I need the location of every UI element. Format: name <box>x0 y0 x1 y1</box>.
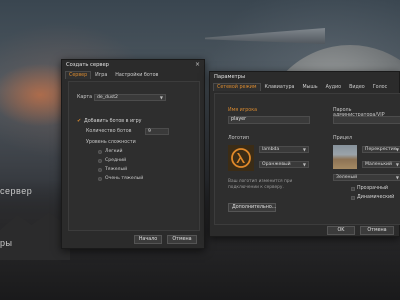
chevron-down-icon: ▼ <box>302 162 306 167</box>
options-dialog: Параметры Сетевой режим Клавиатура Мышь … <box>209 71 400 237</box>
tab-game[interactable]: Игра <box>91 71 111 79</box>
player-name-input[interactable]: player <box>228 116 310 124</box>
map-label: Карта <box>77 95 93 100</box>
map-dropdown-value: de_dust2 <box>97 95 118 100</box>
add-bots-checkbox[interactable]: ✔ Добавить ботов в игру <box>77 118 142 124</box>
chevron-down-icon: ▼ <box>395 162 399 167</box>
crosshair-color-value: Зеленый <box>336 175 358 180</box>
lambda-logo-icon <box>228 145 254 171</box>
menu-item-games-partial[interactable]: ры <box>0 238 12 248</box>
dynamic-checkbox[interactable]: Динамический <box>351 195 394 200</box>
transparent-label: Прозрачный <box>357 186 388 191</box>
bot-count-label: Количество ботов <box>86 129 132 134</box>
logo-label: Логотип <box>228 136 250 141</box>
create-server-panel: Карта de_dust2 ▼ ✔ Добавить ботов в игру… <box>68 81 200 231</box>
create-server-titlebar[interactable]: Создать сервер × <box>62 60 204 70</box>
crosshair-color-dropdown[interactable]: Зеленый ▼ <box>333 174 400 181</box>
tab-voice[interactable]: Голос <box>369 83 392 91</box>
logo-name-value: lambda <box>262 147 280 152</box>
chevron-down-icon: ▼ <box>395 147 399 152</box>
radio-icon <box>98 167 102 172</box>
tab-multiplayer[interactable]: Сетевой режим <box>213 83 261 91</box>
admin-password-input[interactable] <box>333 116 400 124</box>
tab-audio[interactable]: Аудио <box>322 83 346 91</box>
logo-color-value: Оранжевый <box>262 162 291 167</box>
map-dropdown[interactable]: de_dust2 ▼ <box>94 94 166 101</box>
menu-item-create-server-partial[interactable]: сервер <box>0 186 32 196</box>
crosshair-size-value: Маленький <box>365 162 392 167</box>
difficulty-radio-medium[interactable]: Средний <box>98 158 126 163</box>
add-bots-label: Добавить ботов в игру <box>84 118 142 124</box>
advanced-button[interactable]: Дополнительно... <box>228 203 276 212</box>
checkmark-icon: ✔ <box>77 118 82 124</box>
checkbox-icon <box>351 186 355 191</box>
tab-video[interactable]: Видео <box>345 83 369 91</box>
create-server-title: Создать сервер <box>66 62 109 68</box>
transparent-checkbox[interactable]: Прозрачный <box>351 186 388 191</box>
player-name-label: Имя игрока <box>228 108 258 113</box>
cancel-button[interactable]: Отмена <box>360 226 394 235</box>
logo-color-dropdown[interactable]: Оранжевый ▼ <box>259 161 309 168</box>
cancel-button[interactable]: Отмена <box>167 235 197 244</box>
chevron-down-icon: ▼ <box>395 175 399 180</box>
difficulty-option-label: Легкий <box>105 149 123 154</box>
radio-icon <box>98 176 102 181</box>
logo-name-dropdown[interactable]: lambda ▼ <box>259 146 309 153</box>
tab-bot-settings[interactable]: Настройки ботов <box>111 71 162 79</box>
options-title: Параметры <box>214 74 246 80</box>
difficulty-radio-easy[interactable]: Легкий <box>98 149 122 154</box>
close-icon[interactable]: × <box>195 62 200 68</box>
difficulty-radio-hard[interactable]: Тяжелый <box>98 167 127 172</box>
crosshair-preview <box>333 145 357 169</box>
crosshair-size-dropdown[interactable]: Маленький ▼ <box>362 161 400 168</box>
tab-server[interactable]: Сервер <box>65 71 92 79</box>
radio-icon <box>98 149 102 154</box>
create-server-tabs: Сервер Игра Настройки ботов <box>62 70 204 79</box>
logo-note: Ваш логотип изменится при подключении к … <box>228 179 293 190</box>
create-server-dialog: Создать сервер × Сервер Игра Настройки б… <box>61 59 205 249</box>
bot-count-input[interactable]: 9 <box>145 128 169 135</box>
options-titlebar[interactable]: Параметры <box>210 72 399 82</box>
start-button[interactable]: Начало <box>134 235 162 244</box>
ok-button[interactable]: OK <box>327 226 355 235</box>
chevron-down-icon: ▼ <box>302 147 306 152</box>
difficulty-option-label: Средний <box>105 158 127 163</box>
checkbox-icon <box>351 195 355 200</box>
difficulty-option-label: Очень тяжелый <box>105 176 144 181</box>
difficulty-option-label: Тяжелый <box>105 167 128 172</box>
tab-mouse[interactable]: Мышь <box>298 83 321 91</box>
difficulty-label: Уровень сложности <box>86 140 136 145</box>
options-panel: Имя игрока player Пароль администратора/… <box>214 93 400 225</box>
lambda-icon <box>231 148 251 168</box>
crosshair-type-value: Перекрестие <box>365 147 397 152</box>
crosshair-label: Прицел <box>333 136 353 141</box>
crosshair-type-dropdown[interactable]: Перекрестие ▼ <box>362 146 400 153</box>
options-tabs: Сетевой режим Клавиатура Мышь Аудио Виде… <box>210 82 399 91</box>
radio-icon <box>98 158 102 163</box>
tab-keyboard[interactable]: Клавиатура <box>261 83 299 91</box>
difficulty-radio-very-hard[interactable]: Очень тяжелый <box>98 176 143 181</box>
chevron-down-icon: ▼ <box>159 95 163 100</box>
dynamic-label: Динамический <box>357 195 395 200</box>
